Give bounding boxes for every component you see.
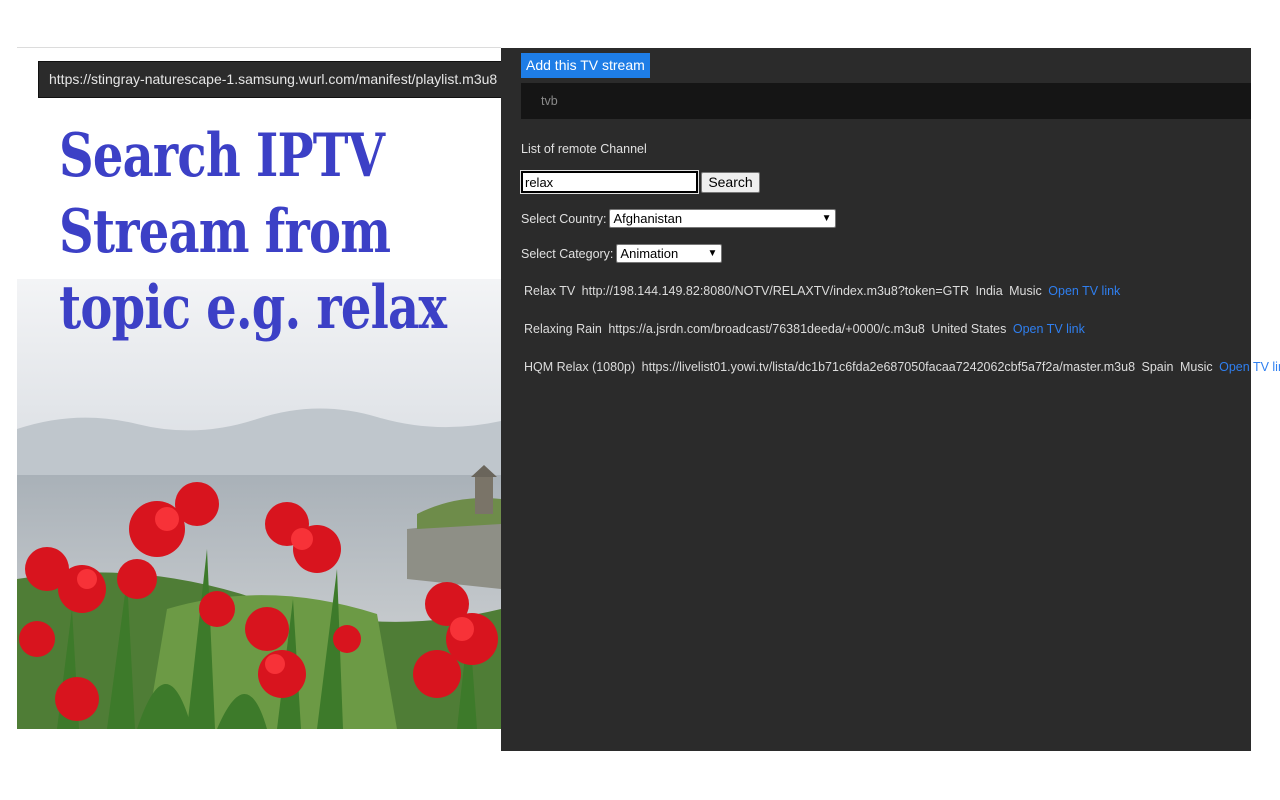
remote-channel-list-label: List of remote Channel: [521, 142, 647, 156]
country-select[interactable]: Afghanistan ▼: [609, 209, 837, 228]
open-tv-link[interactable]: Open TV link: [1013, 322, 1085, 336]
channel-country: India: [975, 284, 1003, 298]
stream-url-field[interactable]: https://stingray-naturescape-1.samsung.w…: [38, 61, 501, 98]
channel-result: HQM Relax (1080p) https://livelist01.yow…: [524, 360, 1280, 374]
promo-line-1: Search IPTV: [59, 121, 385, 191]
promo-headline: Search IPTV Stream from topic e.g. relax: [59, 118, 447, 346]
promo-line-2: Stream from: [59, 197, 391, 267]
channel-url: https://livelist01.yowi.tv/lista/dc1b71c…: [641, 360, 1136, 374]
open-tv-link[interactable]: Open TV link: [1219, 360, 1280, 374]
extension-panel: Add this TV stream tvb List of remote Ch…: [501, 48, 1280, 751]
stream-name-field[interactable]: tvb: [521, 83, 1251, 119]
chevron-down-icon: ▼: [707, 248, 718, 259]
category-label: Select Category:: [521, 246, 614, 261]
promo-area: https://stingray-naturescape-1.samsung.w…: [17, 48, 501, 729]
lake-flowers-picture: [17, 279, 501, 729]
channel-country: United States: [931, 322, 1007, 336]
category-select[interactable]: Animation ▼: [616, 244, 723, 263]
channel-country: Spain: [1141, 360, 1174, 374]
add-tv-stream-button[interactable]: Add this TV stream: [521, 53, 650, 78]
promo-line-3: topic e.g. relax: [59, 273, 447, 343]
nature-scene-image: [17, 279, 501, 729]
chevron-down-icon: ▼: [821, 213, 832, 224]
channel-name: HQM Relax (1080p): [524, 360, 636, 374]
search-button[interactable]: Search: [701, 172, 760, 193]
country-label: Select Country:: [521, 211, 607, 226]
channel-url: http://198.144.149.82:8080/NOTV/RELAXTV/…: [581, 284, 970, 298]
channel-result: Relaxing Rain https://a.jsrdn.com/broadc…: [524, 322, 1088, 336]
channel-search-input[interactable]: [520, 170, 699, 194]
category-row: Select Category: Animation ▼: [521, 244, 723, 263]
country-row: Select Country: Afghanistan ▼: [521, 209, 837, 228]
channel-url: https://a.jsrdn.com/broadcast/76381deeda…: [608, 322, 925, 336]
channel-category: Music: [1179, 360, 1213, 374]
open-tv-link[interactable]: Open TV link: [1048, 284, 1120, 298]
channel-name: Relaxing Rain: [524, 322, 602, 336]
country-selected-value: Afghanistan: [613, 211, 683, 226]
channel-category: Music: [1009, 284, 1042, 298]
category-selected-value: Animation: [620, 246, 679, 261]
channel-name: Relax TV: [524, 284, 576, 298]
channel-result: Relax TV http://198.144.149.82:8080/NOTV…: [524, 284, 1123, 298]
